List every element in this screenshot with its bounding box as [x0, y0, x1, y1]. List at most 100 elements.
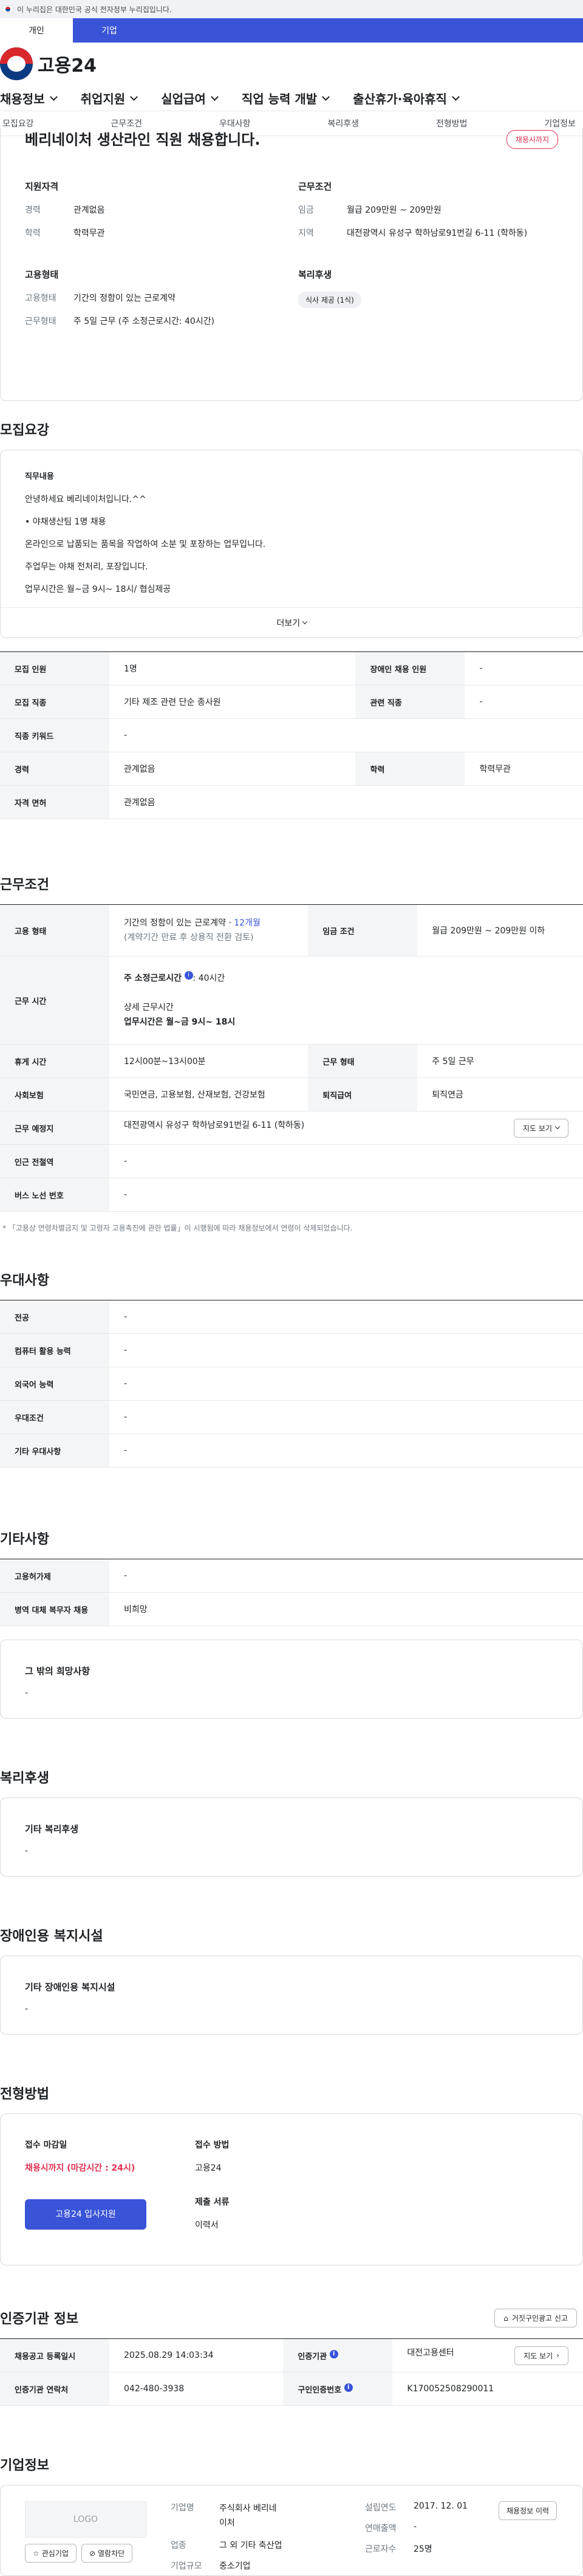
- table-cell: -: [109, 1559, 583, 1593]
- more-label: 더보기: [276, 618, 301, 628]
- block-view-button[interactable]: ⊘ 열람차단: [81, 2544, 133, 2563]
- career-value: 관계없음: [73, 205, 105, 215]
- conditions-section-title: 근무조건: [0, 878, 49, 893]
- table-header: 임금 조건: [308, 904, 418, 957]
- table-row: 직종 키워드 -: [0, 718, 583, 752]
- company-logo: LOGO: [25, 2501, 146, 2538]
- table-header: 우대조건: [0, 1400, 109, 1434]
- chevron-right-icon: ›: [556, 2351, 559, 2360]
- nav-unemployment[interactable]: 실업급여: [161, 89, 219, 107]
- deadline-badge: 채용시까지: [506, 130, 558, 149]
- detail-hours-label: 상세 근무시간: [124, 1003, 174, 1012]
- info-icon[interactable]: i: [329, 2349, 338, 2358]
- other-wishes-card: 그 밖의 희망사항 -: [0, 1640, 583, 1719]
- gov-banner: 이 누리집은 대한민국 공식 전자정부 누리집입니다.: [0, 0, 583, 18]
- agency-table: 채용공고 등록일시 2025.08.29 14:03:34 인증기관 i 대전고용센터…: [0, 2338, 583, 2406]
- chevron-down-icon: [302, 619, 307, 624]
- more-button[interactable]: 더보기: [1, 607, 582, 637]
- table-cell: -: [109, 1434, 583, 1468]
- wage-value: 월급 209만원 ~ 209만원: [347, 205, 442, 215]
- table-row: 채용공고 등록일시 2025.08.29 14:03:34 인증기관 i 대전고용센터…: [0, 2338, 583, 2372]
- site-logo[interactable]: 고용24: [38, 50, 97, 77]
- map-view-label: 지도 보기: [523, 2351, 553, 2360]
- tab-personal[interactable]: 개인: [0, 18, 73, 43]
- table-cell: -: [109, 1400, 583, 1434]
- nav-label: 채용정보: [0, 91, 45, 106]
- org-label: 인증기관: [298, 2352, 327, 2361]
- agency-section-title: 인증기관 정보: [0, 2312, 79, 2327]
- info-icon[interactable]: i: [344, 2383, 353, 2392]
- work-hours-cell: 주 소정근로시간 i: 40시간 상세 근무시간 업무시간은 월~금 9시~ 1…: [109, 956, 583, 1045]
- job-number-label: 구인인증번호: [298, 2385, 342, 2395]
- disability-value: -: [25, 2004, 29, 2014]
- region-label: 지역: [298, 228, 314, 238]
- docs-value: 이력서: [195, 2221, 219, 2230]
- desc-line: 주업무는 야채 전처리, 포장입니다.: [25, 562, 148, 572]
- nav-jobs[interactable]: 채용정보: [0, 89, 58, 107]
- map-view-button[interactable]: 지도 보기 ›: [514, 2346, 568, 2365]
- map-view-button[interactable]: 지도 보기: [514, 1118, 568, 1138]
- deadline-value: 채용시까지 (마감시간 : 24시): [25, 2163, 135, 2173]
- table-cell: 2025.08.29 14:03:34: [109, 2338, 284, 2372]
- global-nav: 채용정보 취업지원 실업급여 직업 능력 개발 출산휴가·육아휴직: [0, 85, 583, 111]
- nav-training[interactable]: 직업 능력 개발: [242, 89, 330, 107]
- table-cell: 1명: [109, 651, 356, 685]
- process-section-title: 전형방법: [0, 2087, 49, 2102]
- tab-company[interactable]: 기업: [73, 18, 146, 43]
- block-icon: ⊘: [89, 2549, 95, 2558]
- qualification-heading: 지원자격: [25, 181, 59, 192]
- favorite-company-button[interactable]: ☆ 관심기업: [25, 2544, 77, 2563]
- table-header: 학력: [355, 752, 465, 786]
- disability-label: 기타 장애인용 복지시설: [25, 1982, 115, 1993]
- table-row: 기타 우대사항 -: [0, 1434, 583, 1468]
- table-row: 인근 전철역 -: [0, 1144, 583, 1178]
- table-header: 구인인증번호 i: [283, 2372, 393, 2406]
- apply-button[interactable]: 고용24 입사지원: [25, 2199, 146, 2230]
- desc-line: • 야채생산팀 1명 채용: [25, 517, 106, 527]
- table-row: 고용 형태 기간의 정함이 있는 근로계약 · 12개월 (계약기간 만료 후 상…: [0, 904, 583, 957]
- desc-line: 안녕하세요 베리네이처입니다.^^: [25, 495, 146, 504]
- employment-type-cell: 기간의 정함이 있는 근로계약 · 12개월 (계약기간 만료 후 상용직 전환 …: [109, 904, 309, 957]
- taegeuk-logo-icon[interactable]: [0, 47, 33, 80]
- nav-label: 실업급여: [161, 91, 206, 106]
- nav-label: 취업지원: [80, 91, 126, 106]
- job-summary-card: 베리네이처 생산라인 직원 채용합니다. 채용시까지 지원자격 경력 관계없음 학…: [0, 128, 583, 401]
- report-button[interactable]: ⌂ 거짓구인광고 신고: [494, 2309, 577, 2327]
- employment-type-label: 고용형태: [25, 294, 56, 303]
- welfare-value: -: [25, 1846, 29, 1856]
- table-row: 외국어 능력 -: [0, 1367, 583, 1401]
- method-label: 접수 방법: [195, 2140, 230, 2150]
- table-cell: -: [109, 1178, 583, 1212]
- table-header: 전공: [0, 1300, 109, 1334]
- table-cell: -: [109, 718, 583, 752]
- table-row: 우대조건 -: [0, 1400, 583, 1434]
- table-row: 전공 -: [0, 1300, 583, 1334]
- report-label: 거짓구인광고 신고: [511, 2314, 568, 2323]
- table-cell: 월급 209만원 ~ 209만원 이하: [417, 904, 583, 957]
- table-header: 근무 형태: [308, 1044, 418, 1078]
- info-icon[interactable]: i: [184, 971, 193, 980]
- job-history-button[interactable]: 채용정보 이력: [499, 2501, 557, 2520]
- sales-value: -: [414, 2522, 417, 2532]
- welfare-tag: 식사 제공 (1식): [298, 292, 361, 308]
- disability-section-title: 장애인용 복지시설: [0, 1929, 103, 1944]
- detail-hours-value: 업무시간은 월~금 9시~ 18시: [124, 1017, 236, 1027]
- table-cell: -: [109, 1333, 583, 1367]
- contract-period: 12개월: [234, 918, 261, 928]
- table-header: 인증기관 i: [283, 2338, 393, 2372]
- table-header: 퇴직급여: [308, 1077, 418, 1111]
- other-wishes-value: -: [25, 1688, 29, 1698]
- table-header: 모집 직종: [0, 685, 109, 719]
- table-header: 근무 시간: [0, 956, 109, 1045]
- table-header: 컴퓨터 활용 능력: [0, 1333, 109, 1367]
- employees-value: 25명: [414, 2544, 432, 2554]
- table-row: 근무 예정지 대전광역시 유성구 학하남로91번길 6-11 (학하동) 지도 보기: [0, 1111, 583, 1145]
- conditions-table: 고용 형태 기간의 정함이 있는 근로계약 · 12개월 (계약기간 만료 후 상…: [0, 904, 583, 1212]
- table-cell: 주 5일 근무: [417, 1044, 583, 1078]
- nav-leave[interactable]: 출산휴가·육아휴직: [353, 89, 460, 107]
- recruit-section-title: 모집요강: [0, 423, 49, 438]
- table-row: 모집 직종 기타 제조 관련 단순 종사원 관련 직종 -: [0, 685, 583, 719]
- star-icon: ☆: [33, 2549, 39, 2558]
- map-view-label: 지도 보기: [523, 1124, 552, 1133]
- nav-employment-support[interactable]: 취업지원: [80, 89, 138, 107]
